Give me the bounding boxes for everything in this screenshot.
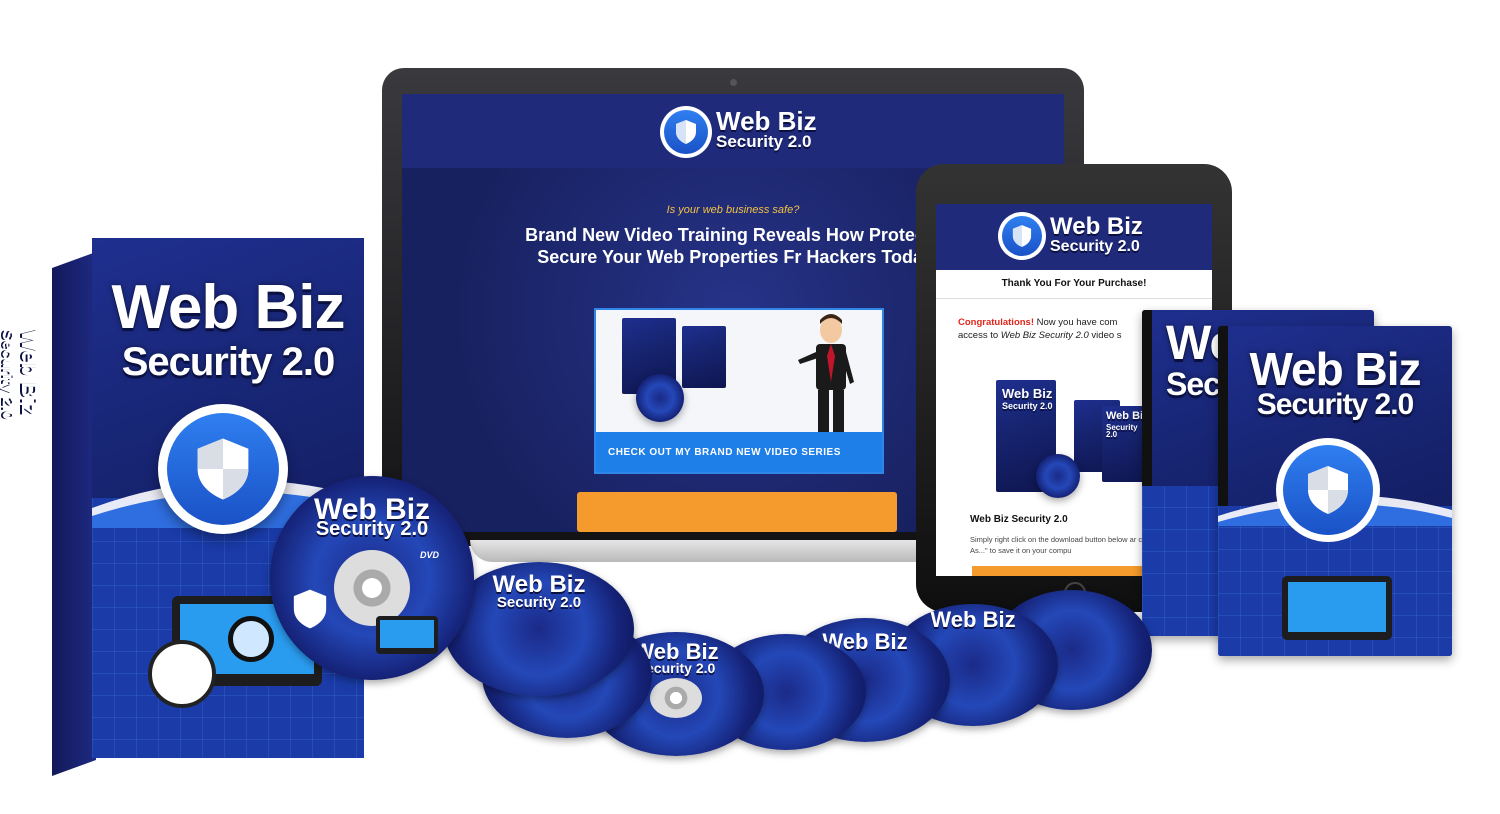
disc-front-title2: Security 2.0 [315,518,429,540]
dvd-badge: DVD [420,550,440,560]
tablet-pack-title2: Security 2.0 [1002,401,1053,411]
tablet-pack-title1: Web Biz [1002,386,1053,401]
logo-line1: Web Biz [716,106,817,136]
dvd-front-title1: Web Biz [1249,343,1421,395]
divider [936,298,1212,299]
congrats-part-3: video s [1088,330,1122,341]
video-thumbnail[interactable]: CHECK OUT MY BRAND NEW VIDEO SERIES [594,308,884,474]
box-spine [52,252,96,777]
box-shield-icon [158,404,288,534]
dvd-front-laptop-icon [1282,576,1392,640]
box-spine-line1: Web Biz [17,330,42,416]
tablet-pack-disc [1036,454,1080,498]
dvd-case-front: Web Biz Security 2.0 [1218,326,1452,656]
disc-laptop-icon [376,616,438,654]
disc-front: Web Biz Security 2.0 DVD [270,476,474,680]
product-title: Web Biz Security 2.0 [970,514,1068,525]
dvd-back-title2: Sec [1166,366,1221,402]
box-spine-line2: Security 2.0 [0,330,16,420]
site-header: Web Biz Security 2.0 [402,94,1064,168]
disc-front-hub [334,550,410,626]
tablet-logo-shield-icon [998,212,1046,260]
seo-magnifier-icon [228,616,274,662]
tablet-logo-line2: Security 2.0 [1050,238,1140,255]
tablet-header: Web Biz Security 2.0 [936,204,1212,270]
congrats-label: Congratulations! [958,317,1034,328]
box-spine-title: Web Biz Security 2.0 [0,330,42,530]
laptop-order-button[interactable] [577,492,897,532]
thanks-heading: Thank You For Your Purchase! [1001,278,1147,289]
clock-icon [148,640,216,708]
video-cta-label: CHECK OUT MY BRAND NEW VIDEO SERIES [596,432,882,472]
congrats-part-1: Now you have com [1034,317,1118,328]
congrats-part-2: access to [958,330,1001,341]
box-title-line2: Security 2.0 [121,340,336,384]
disc-laptop-screen [380,620,434,648]
mini-disc [636,374,684,422]
laptop-camera [730,79,737,86]
hero-headline: Brand New Video Training Reveals How Pro… [525,225,949,267]
disc-9-title: Web Biz [930,607,1016,632]
congrats-product: Web Biz Security 2.0 [1000,330,1089,341]
logo-line2: Security 2.0 [716,132,812,151]
disc-4-title2: Security 2.0 [496,594,582,611]
dvd-front-shield-icon [1276,438,1380,542]
box-title-line1: Web Biz [111,273,346,342]
disc-shield-icon [292,588,328,630]
mini-dvd-case [682,326,726,388]
disc-6-hub [650,678,702,718]
logo-shield-icon [660,106,712,158]
dvd-front-laptop-screen [1288,582,1386,632]
dvd-front-title2: Security 2.0 [1256,388,1414,421]
tablet-logo-line1: Web Biz [1050,213,1143,240]
